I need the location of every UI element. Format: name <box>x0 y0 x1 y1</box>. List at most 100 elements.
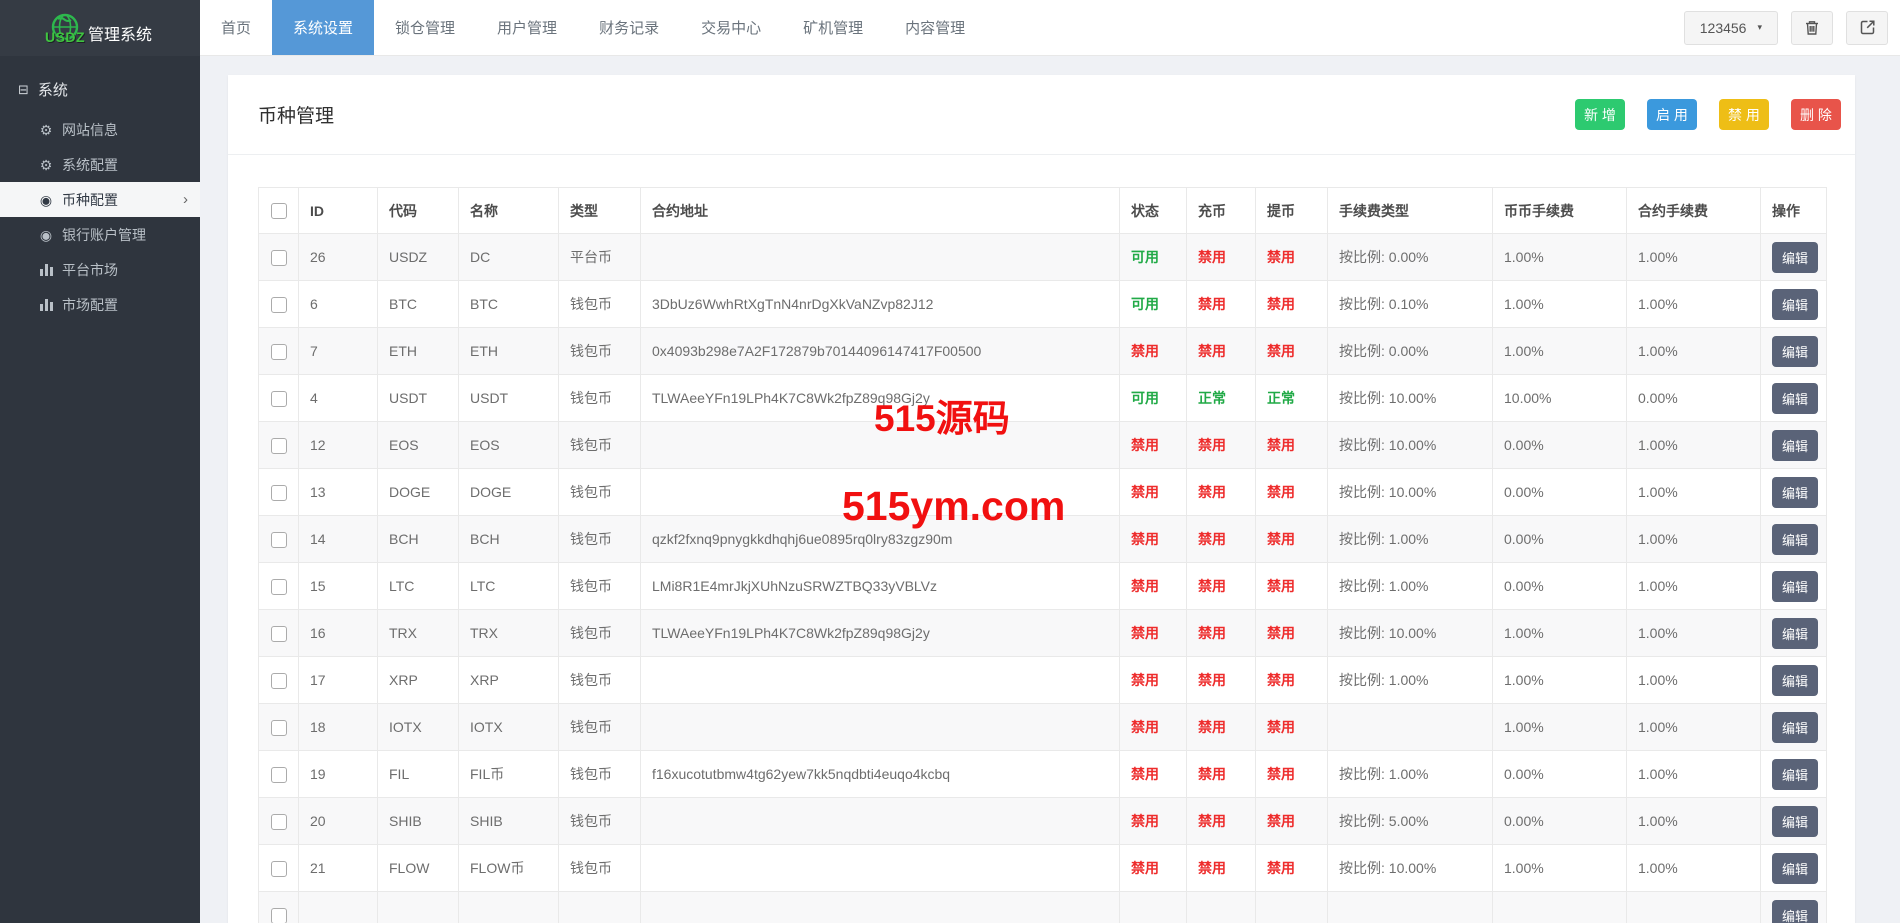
cell-id: 19 <box>298 750 378 798</box>
withdraw-badge: 禁用 <box>1267 437 1295 453</box>
row-checkbox[interactable] <box>270 249 287 266</box>
cell-withdraw: 禁用 <box>1255 421 1328 469</box>
disable-button[interactable]: 禁 用 <box>1719 99 1769 130</box>
sidebar-item-bank-account-management[interactable]: ◉ 银行账户管理 <box>0 217 200 252</box>
select-all-checkbox[interactable] <box>270 203 287 220</box>
row-checkbox[interactable] <box>270 672 287 689</box>
row-checkbox[interactable] <box>270 625 287 642</box>
sidebar-group-label: 系统 <box>37 82 68 99</box>
delete-button[interactable]: 删 除 <box>1791 99 1841 130</box>
cell-id <box>298 891 378 923</box>
bar-chart-icon <box>37 263 55 276</box>
table-row: 6 BTC BTC 钱包币 3DbUz6WwhRtXgTnN4nrDgXkVaNZvp8… <box>258 280 1827 328</box>
edit-button[interactable]: 编辑 <box>1772 288 1819 320</box>
sidebar-item-system-config[interactable]: ⚙ 系统配置 <box>0 147 200 182</box>
edit-button[interactable]: 编辑 <box>1772 758 1819 790</box>
cell-name: USDT <box>458 374 559 422</box>
cell-type: 平台币 <box>558 233 641 281</box>
cell-contract_fee: 1.00% <box>1626 468 1761 516</box>
cell-fee_type: 按比例: 5.00% <box>1327 797 1493 845</box>
edit-button[interactable]: 编辑 <box>1772 852 1819 884</box>
withdraw-badge: 禁用 <box>1267 813 1295 829</box>
cell-withdraw: 禁用 <box>1255 515 1328 563</box>
withdraw-badge: 禁用 <box>1267 766 1295 782</box>
row-checkbox[interactable] <box>270 484 287 501</box>
cell-code: USDT <box>377 374 459 422</box>
table-row: 15 LTC LTC 钱包币 LMi8R1E4mrJkjXUhNzuSRWZTBQ33y… <box>258 562 1827 610</box>
user-menu-button[interactable]: 123456 ▾ <box>1683 10 1778 45</box>
logout-button[interactable] <box>1846 10 1888 45</box>
cell-type: 钱包币 <box>558 844 641 892</box>
cell-code: USDZ <box>377 233 459 281</box>
edit-button[interactable]: 编辑 <box>1772 570 1819 602</box>
row-checkbox[interactable] <box>270 813 287 830</box>
topbar-right-controls: 123456 ▾ <box>1683 0 1900 55</box>
cell-action: 编辑 <box>1760 750 1827 798</box>
edit-button[interactable]: 编辑 <box>1772 711 1819 743</box>
row-checkbox[interactable] <box>270 719 287 736</box>
add-button[interactable]: 新 增 <box>1575 99 1625 130</box>
cell-id: 14 <box>298 515 378 563</box>
nav-item-trade-center[interactable]: 交易中心 <box>680 0 782 55</box>
cell-id: 16 <box>298 609 378 657</box>
cell-withdraw: 禁用 <box>1255 280 1328 328</box>
sidebar-group-system[interactable]: ⊟ 系统 <box>0 56 200 112</box>
edit-button[interactable]: 编辑 <box>1772 241 1819 273</box>
enable-button[interactable]: 启 用 <box>1647 99 1697 130</box>
nav-item-miner-management[interactable]: 矿机管理 <box>782 0 884 55</box>
cell-action: 编辑 <box>1760 609 1827 657</box>
row-checkbox[interactable] <box>270 296 287 313</box>
nav-item-content-management[interactable]: 内容管理 <box>884 0 986 55</box>
sidebar-item-label: 系统配置 <box>62 156 118 173</box>
edit-button[interactable]: 编辑 <box>1772 429 1819 461</box>
trash-button[interactable] <box>1791 10 1833 45</box>
sidebar-item-site-info[interactable]: ⚙ 网站信息 <box>0 112 200 147</box>
withdraw-badge: 禁用 <box>1267 719 1295 735</box>
cell-fee_type: 按比例: 10.00% <box>1327 609 1493 657</box>
withdraw-badge: 禁用 <box>1267 249 1295 265</box>
row-checkbox[interactable] <box>270 766 287 783</box>
cell-check <box>258 327 299 375</box>
edit-button[interactable]: 编辑 <box>1772 617 1819 649</box>
cell-deposit: 禁用 <box>1186 797 1256 845</box>
cell-name: LTC <box>458 562 559 610</box>
table-row: 17 XRP XRP 钱包币 禁用 禁用 禁用 按比例: 1.00% 1.00% 1.00% 编辑 <box>258 656 1827 704</box>
edit-button[interactable]: 编辑 <box>1772 523 1819 555</box>
edit-button[interactable]: 编辑 <box>1772 899 1819 923</box>
row-checkbox[interactable] <box>270 390 287 407</box>
edit-button[interactable]: 编辑 <box>1772 335 1819 367</box>
nav-item-system-settings[interactable]: 系统设置 <box>272 0 375 55</box>
cell-withdraw: 禁用 <box>1255 233 1328 281</box>
cell-type: 钱包币 <box>558 280 641 328</box>
cell-withdraw: 禁用 <box>1255 609 1328 657</box>
edit-button[interactable]: 编辑 <box>1772 382 1819 414</box>
nav-item-user-management[interactable]: 用户管理 <box>476 0 578 55</box>
row-checkbox[interactable] <box>270 860 287 877</box>
edit-button[interactable]: 编辑 <box>1772 805 1819 837</box>
nav-item-home[interactable]: 首页 <box>200 0 272 55</box>
cell-fee_type <box>1327 891 1493 923</box>
row-checkbox[interactable] <box>270 907 287 923</box>
deposit-badge: 禁用 <box>1198 343 1226 359</box>
sidebar-item-coin-config[interactable]: ◉ 币种配置 › <box>0 182 200 217</box>
cell-action: 编辑 <box>1760 562 1827 610</box>
cell-action: 编辑 <box>1760 703 1827 751</box>
cell-code: TRX <box>377 609 459 657</box>
nav-item-lockup-management[interactable]: 锁仓管理 <box>374 0 476 55</box>
cell-fee_type: 按比例: 10.00% <box>1327 468 1493 516</box>
edit-button[interactable]: 编辑 <box>1772 664 1819 696</box>
row-checkbox[interactable] <box>270 578 287 595</box>
row-checkbox[interactable] <box>270 437 287 454</box>
sidebar-item-label: 币种配置 <box>62 191 118 208</box>
cell-contract <box>640 703 1120 751</box>
cell-contract: LMi8R1E4mrJkjXUhNzuSRWZTBQ33yVBLVz <box>640 562 1120 610</box>
sidebar-item-market-config[interactable]: 市场配置 <box>0 287 200 322</box>
row-checkbox[interactable] <box>270 343 287 360</box>
row-checkbox[interactable] <box>270 531 287 548</box>
sidebar-item-platform-market[interactable]: 平台市场 <box>0 252 200 287</box>
app-logo[interactable]: USDZ 管理系统 <box>0 0 200 56</box>
edit-button[interactable]: 编辑 <box>1772 476 1819 508</box>
table-row: 21 FLOW FLOW币 钱包币 禁用 禁用 禁用 按比例: 10.00% 1.00% 1.00… <box>258 844 1827 892</box>
cell-deposit: 禁用 <box>1186 468 1256 516</box>
nav-item-finance-records[interactable]: 财务记录 <box>578 0 680 55</box>
